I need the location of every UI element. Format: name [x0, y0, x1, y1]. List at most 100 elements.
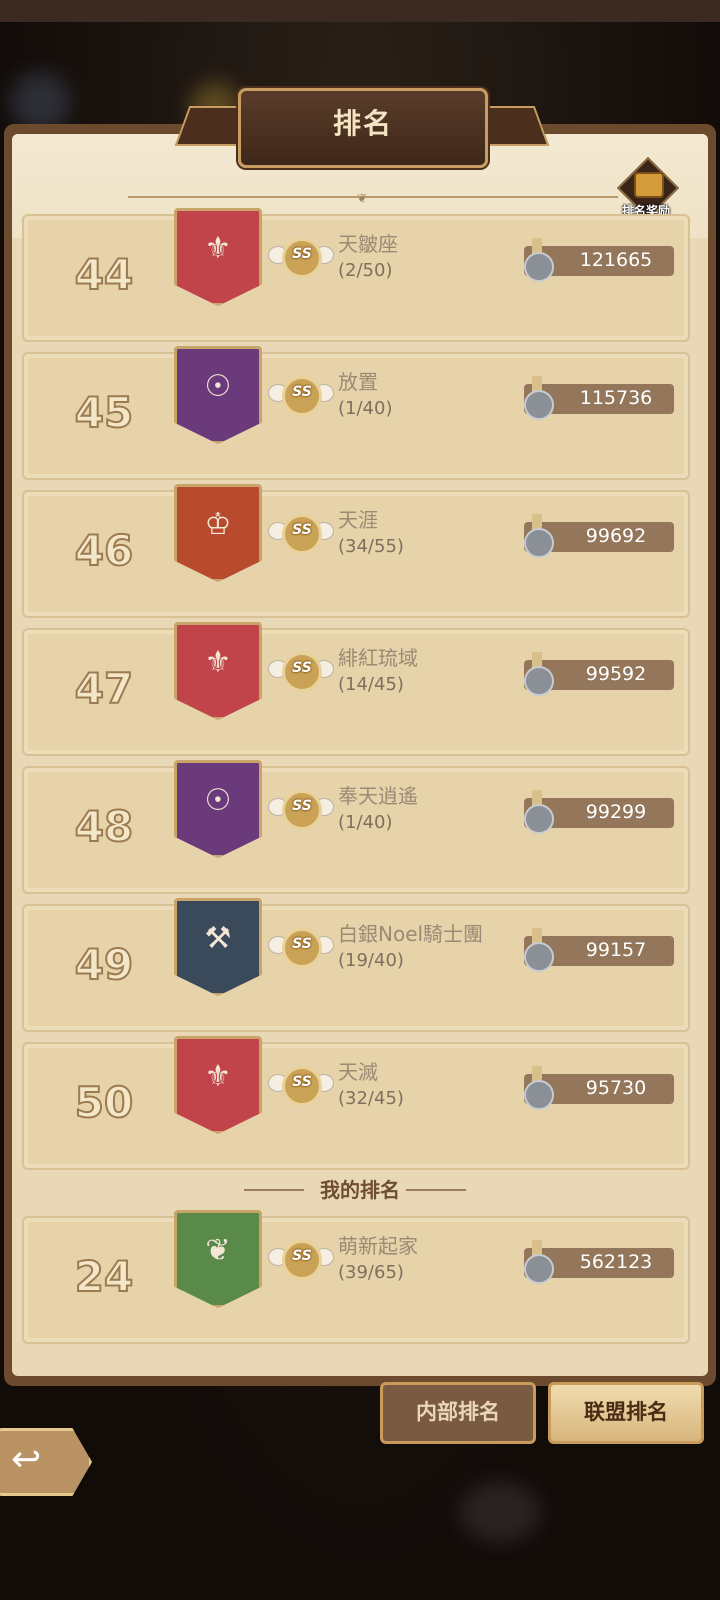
member-count: (39/65): [338, 1262, 404, 1283]
ranking-row[interactable]: 45 ☉ SS 放置 (1/40) 115736: [22, 346, 690, 480]
banner-emblem-icon: ⚜: [204, 645, 232, 680]
badge-text: SS: [292, 936, 312, 952]
badge-text: SS: [292, 384, 312, 400]
ranking-row[interactable]: 44 ⚜ SS 天皺座 (2/50) 121665: [22, 208, 690, 342]
member-count: (34/55): [338, 536, 404, 557]
ranking-reward-button[interactable]: 排名奖励: [612, 156, 680, 220]
rank-number: 48: [74, 801, 134, 852]
badge-text: SS: [292, 1074, 312, 1090]
guild-banner-icon: ⚜: [174, 1036, 262, 1134]
badge-text: SS: [292, 798, 312, 814]
guild-name: 緋紅琉域: [338, 646, 418, 670]
power-value: 121665: [579, 249, 653, 271]
rank-badge-icon: SS: [268, 374, 334, 416]
tab-internal-ranking[interactable]: 内部排名: [380, 1382, 536, 1444]
guild-name: 天皺座: [338, 232, 398, 256]
guild-name: 天涯: [338, 508, 378, 532]
member-count: (14/45): [338, 674, 404, 695]
member-count: (1/40): [338, 812, 393, 833]
guild-banner-icon: ♔: [174, 484, 262, 582]
rank-number: 46: [74, 525, 134, 576]
power-box: 99592: [524, 652, 674, 696]
ranking-row[interactable]: 46 ♔ SS 天涯 (34/55) 99692: [22, 484, 690, 618]
rank-badge-icon: SS: [268, 1238, 334, 1280]
power-value: 562123: [579, 1251, 653, 1273]
medal-icon: [520, 790, 554, 834]
medal-icon: [520, 514, 554, 558]
power-box: 99299: [524, 790, 674, 834]
ranking-row[interactable]: 49 ⚒ SS 白銀Noel騎士團 (19/40) 99157: [22, 898, 690, 1032]
rank-number: 44: [74, 249, 134, 300]
guild-name: 奉天逍遙: [338, 784, 418, 808]
member-count: (19/40): [338, 950, 404, 971]
guild-banner-icon: ⚜: [174, 622, 262, 720]
guild-banner-icon: ❦: [174, 1210, 262, 1308]
guild-name: 天滅: [338, 1060, 378, 1084]
rank-badge-icon: SS: [268, 926, 334, 968]
header-ornament-icon: ❦: [357, 191, 368, 205]
power-box: 99692: [524, 514, 674, 558]
member-count: (1/40): [338, 398, 393, 419]
medal-icon: [520, 238, 554, 282]
power-value: 99299: [585, 801, 647, 823]
page-title: 排名: [332, 107, 393, 140]
rank-badge-icon: SS: [268, 650, 334, 692]
my-rank-label: 我的排名: [320, 1178, 400, 1202]
rank-number: 45: [74, 387, 134, 438]
rank-number: 50: [74, 1077, 134, 1128]
medal-icon: [520, 652, 554, 696]
rank-badge-icon: SS: [268, 236, 334, 278]
badge-text: SS: [292, 660, 312, 676]
guild-name: 萌新起家: [338, 1234, 418, 1258]
ranking-row[interactable]: 48 ☉ SS 奉天逍遙 (1/40) 99299: [22, 760, 690, 894]
ranking-row[interactable]: 47 ⚜ SS 緋紅琉域 (14/45) 99592: [22, 622, 690, 756]
medal-icon: [520, 1066, 554, 1110]
rank-badge-icon: SS: [268, 788, 334, 830]
power-value: 99592: [585, 663, 647, 685]
medal-icon: [520, 1240, 554, 1284]
power-box: 121665: [524, 238, 674, 282]
guild-banner-icon: ☉: [174, 346, 262, 444]
banner-emblem-icon: ☉: [204, 783, 232, 818]
ranking-row[interactable]: 50 ⚜ SS 天滅 (32/45) 95730: [22, 1036, 690, 1170]
power-value: 99157: [585, 939, 647, 961]
badge-text: SS: [292, 1248, 312, 1264]
rank-number: 47: [74, 663, 134, 714]
tab-alliance-ranking[interactable]: 联盟排名: [548, 1382, 704, 1444]
power-value: 95730: [585, 1077, 647, 1099]
power-box: 95730: [524, 1066, 674, 1110]
status-bar: [0, 0, 720, 22]
guild-banner-icon: ☉: [174, 760, 262, 858]
guild-banner-icon: ⚜: [174, 208, 262, 306]
header-divider: [128, 196, 618, 198]
badge-text: SS: [292, 246, 312, 262]
back-button[interactable]: ↩: [0, 1428, 92, 1496]
member-count: (32/45): [338, 1088, 404, 1109]
banner-emblem-icon: ⚒: [204, 921, 232, 956]
guild-name: 放置: [338, 370, 378, 394]
power-box: 99157: [524, 928, 674, 972]
banner-emblem-icon: ☉: [204, 369, 232, 404]
bg-blob: [10, 72, 70, 132]
banner-emblem-icon: ⚜: [204, 231, 232, 266]
banner-emblem-icon: ❦: [205, 1233, 231, 1268]
power-box: 115736: [524, 376, 674, 420]
back-arrow-icon: ↩: [11, 1439, 42, 1480]
power-value: 115736: [579, 387, 653, 409]
rank-badge-icon: SS: [268, 1064, 334, 1106]
treasure-chest-icon: [634, 172, 664, 198]
guild-banner-icon: ⚒: [174, 898, 262, 996]
power-box: 562123: [524, 1240, 674, 1284]
rank-number: 24: [74, 1251, 134, 1302]
banner-emblem-icon: ⚜: [204, 1059, 232, 1094]
medal-icon: [520, 376, 554, 420]
my-ranking-row[interactable]: 24 ❦ SS 萌新起家 (39/65) 562123: [22, 1210, 690, 1344]
rank-number: 49: [74, 939, 134, 990]
guild-name: 白銀Noel騎士團: [338, 922, 484, 946]
badge-text: SS: [292, 522, 312, 538]
bg-blob: [460, 1482, 540, 1542]
rank-badge-icon: SS: [268, 512, 334, 554]
member-count: (2/50): [338, 260, 393, 281]
medal-icon: [520, 928, 554, 972]
power-value: 99692: [585, 525, 647, 547]
